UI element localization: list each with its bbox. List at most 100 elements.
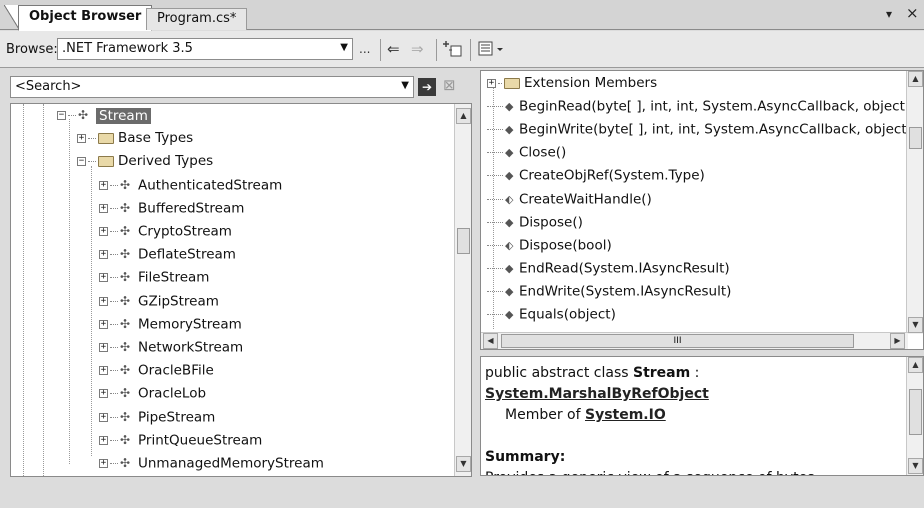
tree-item[interactable]: + ✣ UnmanagedMemoryStream <box>99 452 324 475</box>
member-item[interactable]: ◆ BeginWrite(byte[ ], int, int, System.As… <box>487 118 912 141</box>
tree-item[interactable]: + ✣ CryptoStream <box>99 220 232 243</box>
expand-icon[interactable]: + <box>99 227 108 236</box>
tree-item[interactable]: + ✣ OracleLob <box>99 382 206 405</box>
tab-program-cs[interactable]: Program.cs* <box>146 8 248 30</box>
member-item[interactable]: ◆ Dispose() <box>487 211 583 234</box>
members-vertical-scrollbar[interactable]: ▲ ▼ <box>906 71 923 334</box>
namespace-link[interactable]: System.IO <box>585 407 666 423</box>
description-pane: public abstract class Stream : System.Ma… <box>480 356 924 476</box>
expand-icon[interactable]: + <box>99 319 108 329</box>
tree-item-label: PipeStream <box>138 409 216 426</box>
members-pane[interactable]: + Extension Members ◆ BeginRead(byte[ ], in… <box>480 70 924 350</box>
member-item[interactable]: ◆ Equals(object) <box>487 303 616 326</box>
toolbar-separator <box>380 39 381 61</box>
tree-item[interactable]: − Derived Types <box>77 150 213 173</box>
add-reference-button[interactable] <box>443 40 463 62</box>
chevron-down-icon[interactable]: ▼ <box>401 80 409 91</box>
scroll-down-button[interactable]: ▼ <box>908 317 923 333</box>
expand-icon[interactable]: + <box>99 412 108 422</box>
tree-item[interactable]: + ✣ BufferedStream <box>99 197 244 220</box>
scroll-thumb[interactable]: III <box>501 334 854 348</box>
tree-item[interactable]: + ✣ DeflateStream <box>99 243 236 266</box>
forward-button[interactable]: ⇒ <box>411 40 424 58</box>
expand-icon[interactable]: + <box>99 273 108 283</box>
scroll-left-button[interactable]: ◀ <box>483 333 498 349</box>
summary-heading: Summary: <box>485 449 566 465</box>
class-icon: ✣ <box>120 224 131 238</box>
class-icon: ✣ <box>120 432 131 447</box>
member-item[interactable]: ⬖ Dispose(bool) <box>487 234 612 257</box>
object-browser-settings-button[interactable] <box>478 40 508 62</box>
members-horizontal-scrollbar[interactable]: ◀ III ▶ <box>481 332 908 349</box>
member-item[interactable]: ◆ CreateObjRef(System.Type) <box>487 164 705 187</box>
objects-vertical-scrollbar[interactable]: ▲ ▼ <box>454 104 471 476</box>
tree-item[interactable]: + ✣ NetworkStream <box>99 336 243 359</box>
member-item[interactable]: ◆ EndWrite(System.IAsyncResult) <box>487 280 731 303</box>
member-item[interactable]: ◆ BeginRead(byte[ ], int, int, System.Asy… <box>487 95 910 118</box>
method-icon: ◆ <box>505 284 514 298</box>
back-button[interactable]: ⇐ <box>387 40 400 58</box>
search-go-button[interactable]: ➔ <box>418 78 436 96</box>
expand-icon[interactable]: + <box>99 435 108 445</box>
window-dropdown-icon[interactable]: ▾ <box>886 7 892 21</box>
scroll-up-button[interactable]: ▲ <box>908 71 923 87</box>
expand-icon[interactable]: + <box>99 389 108 399</box>
tree-connector <box>110 323 118 325</box>
tree-item[interactable]: − ✣ Stream <box>57 104 151 127</box>
tree-item[interactable]: + ✣ AuthenticatedStream <box>99 174 282 197</box>
tree-guide-line <box>23 104 24 476</box>
scroll-down-button[interactable]: ▼ <box>908 458 923 474</box>
expand-icon[interactable]: + <box>99 203 108 213</box>
edit-custom-component-set-button[interactable]: ... <box>359 42 370 56</box>
member-item[interactable]: ◆ Close() <box>487 141 566 164</box>
tree-connector <box>110 184 118 186</box>
tree-item[interactable]: + ✣ PrintQueueStream <box>99 429 262 452</box>
scroll-thumb[interactable] <box>909 127 922 149</box>
tree-connector <box>487 290 503 292</box>
tree-item-label: NetworkStream <box>138 339 244 356</box>
search-input[interactable]: <Search> ▼ <box>10 76 414 98</box>
window-bottom-edge <box>0 482 924 508</box>
expand-icon[interactable]: + <box>99 459 108 468</box>
expand-icon[interactable]: + <box>487 78 496 88</box>
objects-pane[interactable]: − ✣ Stream + Base Types − Derived Types + ✣ Authe… <box>10 103 472 477</box>
description-vertical-scrollbar[interactable]: ▲ ▼ <box>906 357 923 475</box>
extension-members-node[interactable]: + Extension Members <box>487 72 657 95</box>
tree-connector <box>487 198 503 200</box>
base-class-link[interactable]: System.MarshalByRefObject <box>485 386 709 402</box>
tree-item[interactable]: + ✣ FileStream <box>99 266 209 289</box>
expand-icon[interactable]: + <box>99 343 108 352</box>
expand-icon[interactable]: + <box>99 366 108 376</box>
tab-object-browser[interactable]: Object Browser <box>18 5 153 31</box>
expand-icon[interactable]: + <box>99 296 108 306</box>
collapse-icon[interactable]: − <box>77 156 86 166</box>
member-item[interactable]: ◆ EndRead(System.IAsyncResult) <box>487 257 730 280</box>
tree-connector <box>110 300 118 302</box>
scroll-right-button[interactable]: ▶ <box>890 333 905 349</box>
tree-item[interactable]: + ✣ OracleBFile <box>99 359 214 382</box>
collapse-icon[interactable]: − <box>57 111 66 120</box>
tree-item-label: BufferedStream <box>138 200 245 217</box>
close-icon[interactable]: × <box>906 4 919 22</box>
scroll-thumb[interactable] <box>909 389 922 435</box>
tree-item[interactable]: + ✣ PipeStream <box>99 406 215 429</box>
folder-open-icon <box>98 155 114 167</box>
scroll-up-button[interactable]: ▲ <box>908 357 923 373</box>
tree-item[interactable]: + ✣ MemoryStream <box>99 313 242 336</box>
tree-item[interactable]: + ✣ GZipStream <box>99 290 219 313</box>
expand-icon[interactable]: + <box>77 133 86 143</box>
clear-search-icon[interactable]: ⊠ <box>443 76 456 94</box>
browse-scope-value: .NET Framework 3.5 <box>62 41 193 56</box>
tree-item[interactable]: + Base Types <box>77 127 193 150</box>
tree-connector <box>110 207 118 209</box>
scroll-down-button[interactable]: ▼ <box>456 456 471 472</box>
tree-item[interactable]: +✣StreamReader <box>57 475 193 476</box>
scroll-thumb[interactable] <box>457 228 470 254</box>
expand-icon[interactable]: + <box>99 250 108 260</box>
declaration-prefix: public abstract class <box>485 365 633 381</box>
search-placeholder: <Search> <box>15 79 82 94</box>
member-item[interactable]: ⬖ CreateWaitHandle() <box>487 188 652 211</box>
expand-icon[interactable]: + <box>99 180 108 190</box>
browse-scope-dropdown[interactable]: .NET Framework 3.5 ▼ <box>57 38 353 60</box>
scroll-up-button[interactable]: ▲ <box>456 108 471 124</box>
